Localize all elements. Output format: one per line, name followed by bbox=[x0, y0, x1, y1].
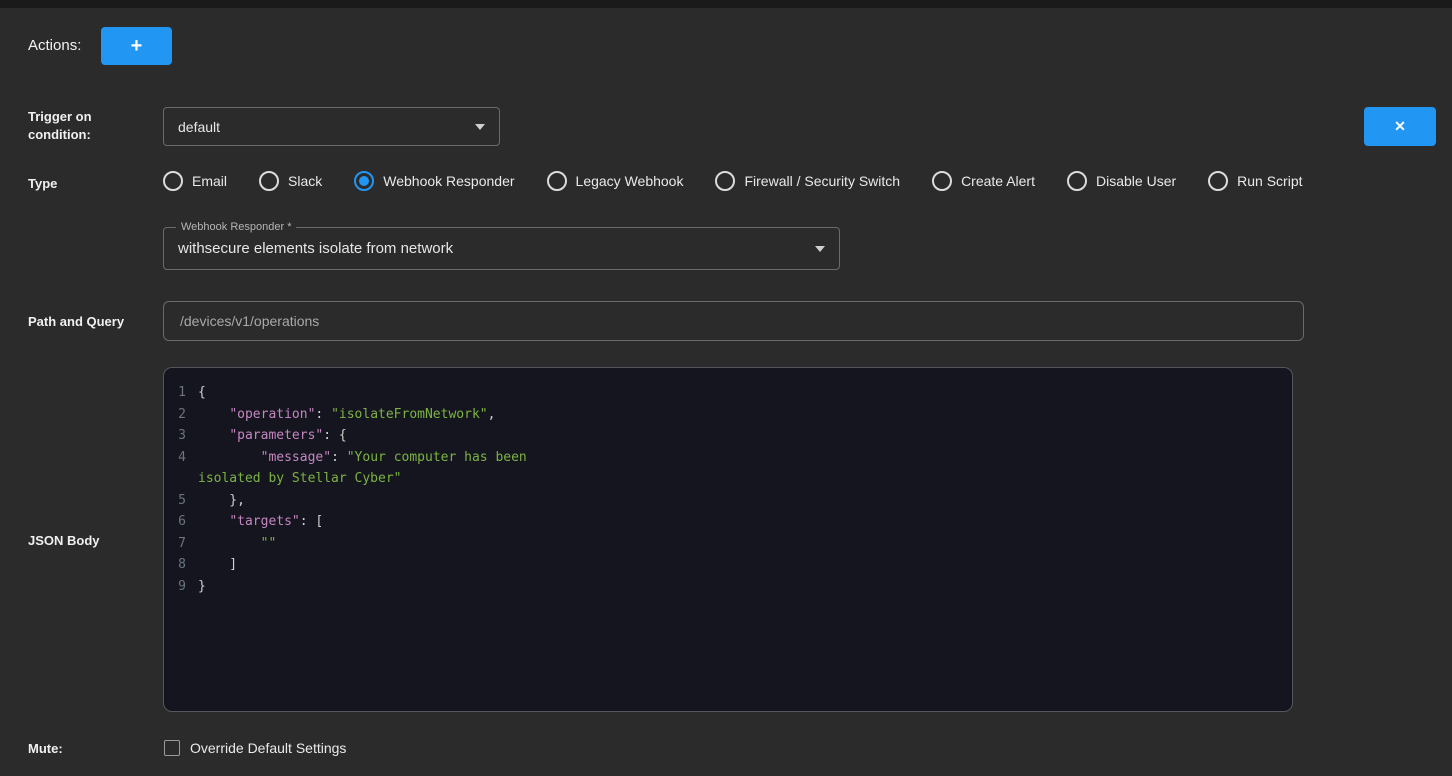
line-number: 4 bbox=[164, 447, 198, 469]
code-text: }, bbox=[198, 490, 245, 512]
radio-circle-icon[interactable] bbox=[547, 171, 567, 191]
chevron-down-icon bbox=[815, 246, 825, 252]
radio-circle-icon[interactable] bbox=[163, 171, 183, 191]
radio-circle-icon[interactable] bbox=[715, 171, 735, 191]
line-number: 6 bbox=[164, 511, 198, 533]
radio-email[interactable]: Email bbox=[163, 171, 227, 191]
line-number: 3 bbox=[164, 425, 198, 447]
radio-webhook-responder[interactable]: Webhook Responder bbox=[354, 171, 514, 191]
mute-label: Mute: bbox=[28, 740, 63, 758]
top-strip bbox=[0, 0, 1452, 8]
radio-create-alert[interactable]: Create Alert bbox=[932, 171, 1035, 191]
code-line: 7 "" bbox=[164, 533, 1292, 555]
webhook-responder-select[interactable]: Webhook Responder * withsecure elements … bbox=[163, 227, 840, 270]
json-body-editor[interactable]: 1{2 "operation": "isolateFromNetwork",3 … bbox=[163, 367, 1293, 712]
code-text: "operation": "isolateFromNetwork", bbox=[198, 404, 495, 426]
override-default-settings-option[interactable]: Override Default Settings bbox=[164, 740, 346, 756]
line-number: 5 bbox=[164, 490, 198, 512]
code-line: 3 "parameters": { bbox=[164, 425, 1292, 447]
chevron-down-icon bbox=[475, 124, 485, 130]
radio-slack[interactable]: Slack bbox=[259, 171, 322, 191]
code-text: ] bbox=[198, 554, 237, 576]
code-line: 4 "message": "Your computer has been bbox=[164, 447, 1292, 469]
code-text: "" bbox=[198, 533, 276, 555]
radio-label: Email bbox=[192, 173, 227, 189]
radio-label: Legacy Webhook bbox=[576, 173, 684, 189]
code-text: "parameters": { bbox=[198, 425, 347, 447]
code-text: "targets": [ bbox=[198, 511, 323, 533]
radio-label: Slack bbox=[288, 173, 322, 189]
add-action-button[interactable]: + bbox=[101, 27, 172, 65]
trigger-condition-label: Trigger on condition: bbox=[28, 108, 148, 144]
radio-label: Firewall / Security Switch bbox=[744, 173, 900, 189]
close-icon: ✕ bbox=[1394, 118, 1406, 135]
line-number: 7 bbox=[164, 533, 198, 555]
trigger-condition-label-line2: condition: bbox=[28, 126, 148, 144]
code-line: isolated by Stellar Cyber" bbox=[164, 468, 1292, 490]
code-text: { bbox=[198, 382, 206, 404]
trigger-condition-label-line1: Trigger on bbox=[28, 108, 148, 126]
code-text: isolated by Stellar Cyber" bbox=[198, 468, 402, 490]
path-and-query-input[interactable] bbox=[163, 301, 1304, 341]
code-line: 2 "operation": "isolateFromNetwork", bbox=[164, 404, 1292, 426]
code-line: 5 }, bbox=[164, 490, 1292, 512]
radio-label: Run Script bbox=[1237, 173, 1302, 189]
radio-circle-icon[interactable] bbox=[1208, 171, 1228, 191]
radio-label: Webhook Responder bbox=[383, 173, 514, 189]
code-line: 9} bbox=[164, 576, 1292, 598]
type-label: Type bbox=[28, 175, 57, 193]
trigger-condition-select[interactable]: default bbox=[163, 107, 500, 146]
remove-action-button[interactable]: ✕ bbox=[1364, 107, 1436, 146]
line-number bbox=[164, 468, 198, 490]
radio-label: Disable User bbox=[1096, 173, 1176, 189]
radio-circle-icon[interactable] bbox=[259, 171, 279, 191]
radio-circle-icon[interactable] bbox=[354, 171, 374, 191]
code-text: "message": "Your computer has been bbox=[198, 447, 527, 469]
line-number: 2 bbox=[164, 404, 198, 426]
code-text: } bbox=[198, 576, 206, 598]
radio-legacy-webhook[interactable]: Legacy Webhook bbox=[547, 171, 684, 191]
radio-run-script[interactable]: Run Script bbox=[1208, 171, 1302, 191]
path-and-query-label: Path and Query bbox=[28, 313, 124, 331]
radio-circle-icon[interactable] bbox=[1067, 171, 1087, 191]
line-number: 1 bbox=[164, 382, 198, 404]
code-line: 8 ] bbox=[164, 554, 1292, 576]
actions-label: Actions: bbox=[28, 37, 81, 54]
line-number: 8 bbox=[164, 554, 198, 576]
line-number: 9 bbox=[164, 576, 198, 598]
radio-disable-user[interactable]: Disable User bbox=[1067, 171, 1176, 191]
code-line: 6 "targets": [ bbox=[164, 511, 1292, 533]
json-body-label: JSON Body bbox=[28, 532, 100, 550]
radio-label: Create Alert bbox=[961, 173, 1035, 189]
override-default-settings-label: Override Default Settings bbox=[190, 740, 346, 756]
trigger-condition-value: default bbox=[178, 119, 465, 135]
webhook-responder-float-label: Webhook Responder * bbox=[176, 220, 296, 234]
type-options: Email Slack Webhook Responder Legacy Webhoo… bbox=[163, 167, 1303, 195]
radio-firewall-security-switch[interactable]: Firewall / Security Switch bbox=[715, 171, 900, 191]
code-line: 1{ bbox=[164, 382, 1292, 404]
radio-circle-icon[interactable] bbox=[932, 171, 952, 191]
override-default-settings-checkbox[interactable] bbox=[164, 740, 180, 756]
webhook-responder-value: withsecure elements isolate from network bbox=[178, 240, 805, 257]
